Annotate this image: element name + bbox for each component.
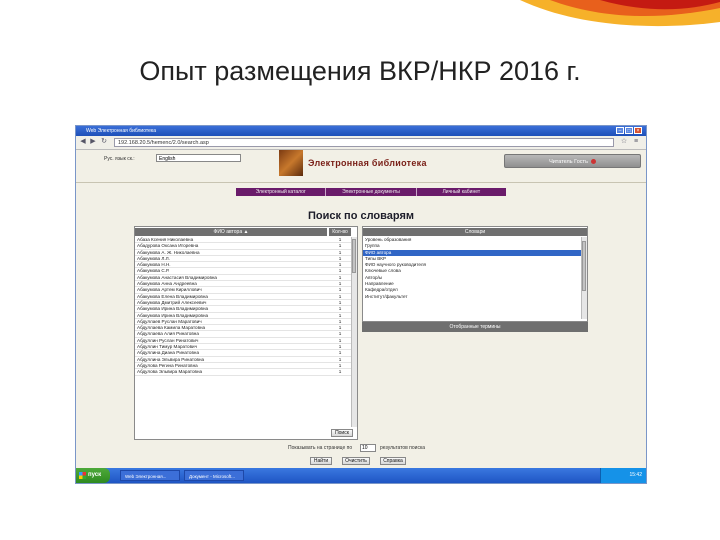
help-button[interactable]: Справка bbox=[380, 457, 406, 465]
results-label: результатов поиска bbox=[380, 445, 426, 451]
clock: 15:42 bbox=[629, 472, 642, 478]
divider bbox=[76, 182, 646, 183]
author-name: Абдулова Эльвира Маратовна bbox=[135, 369, 329, 376]
author-scroll-thumb[interactable] bbox=[352, 239, 356, 273]
selected-terms-button[interactable]: Отобранные термины bbox=[362, 322, 588, 332]
menu-item-documents[interactable]: Электронные документы bbox=[326, 188, 417, 196]
reader-label: Читатель Гость bbox=[549, 159, 588, 165]
author-scrollbar[interactable] bbox=[351, 237, 357, 427]
author-list: Абаза Ксения Николаевна 1 Абадурова Оксана… bbox=[135, 237, 351, 376]
address-field[interactable]: 192.168.20.5/hemenc/2.0/search.asp bbox=[114, 138, 614, 147]
taskbar: пуск Web Электронная... Документ - Micro… bbox=[76, 468, 646, 483]
language-select[interactable]: English bbox=[156, 154, 241, 162]
menu-icon[interactable]: ≡ bbox=[632, 138, 640, 146]
count-column-header[interactable]: Кол-во bbox=[329, 228, 351, 236]
reader-button[interactable]: Читатель Гость bbox=[504, 154, 641, 168]
window-title: Web Электронная библиотека bbox=[86, 128, 156, 134]
taskbar-item-browser[interactable]: Web Электронная... bbox=[120, 470, 180, 481]
start-button[interactable]: пуск bbox=[76, 468, 110, 483]
library-logo-icon bbox=[279, 150, 303, 176]
author-count: 1 bbox=[329, 369, 351, 376]
menu-item-cabinet[interactable]: Личный кабинет bbox=[417, 188, 506, 196]
author-search-button[interactable]: Поиск bbox=[331, 429, 353, 437]
window-titlebar: Web Электронная библиотека – □ × bbox=[76, 126, 646, 136]
dictionary-scroll-thumb[interactable] bbox=[582, 241, 586, 291]
system-tray: 15:42 bbox=[600, 468, 646, 483]
dictionaries-header: Словари bbox=[363, 228, 587, 236]
maximize-button[interactable]: □ bbox=[625, 127, 633, 134]
dictionaries-panel: Словари Уровень образования Группа ФИО авт… bbox=[362, 226, 588, 322]
find-button[interactable]: Найти bbox=[310, 457, 332, 465]
per-page-select[interactable]: 10 bbox=[360, 444, 376, 452]
authors-panel: ФИО автора ▲ Кол-во Абаза Ксения Николае… bbox=[134, 226, 358, 440]
per-page-label: Показывать на странице по bbox=[288, 445, 353, 451]
start-label: пуск bbox=[88, 472, 102, 478]
minimize-button[interactable]: – bbox=[616, 127, 624, 134]
windows-logo-icon bbox=[79, 472, 86, 479]
menu-item-catalog[interactable]: Электронный каталог bbox=[236, 188, 327, 196]
search-title: Поиск по словарям bbox=[307, 210, 415, 222]
dictionary-list: Уровень образования Группа ФИО автора Типы … bbox=[363, 237, 581, 300]
reload-icon[interactable]: ↻ bbox=[100, 138, 108, 146]
author-column-header[interactable]: ФИО автора ▲ bbox=[135, 228, 327, 236]
clear-button[interactable]: Очистить bbox=[342, 457, 370, 465]
library-title: Электронная библиотека bbox=[308, 158, 427, 168]
logout-icon bbox=[590, 159, 596, 165]
language-label: Рус. язык ск.: bbox=[104, 156, 135, 162]
main-menu: Электронный каталог Электронные документ… bbox=[236, 188, 506, 196]
slide-title: Опыт размещения ВКР/НКР 2016 г. bbox=[139, 56, 581, 86]
back-icon[interactable]: ◀ bbox=[79, 138, 87, 146]
close-button[interactable]: × bbox=[634, 127, 642, 134]
browser-screenshot: Web Электронная библиотека – □ × ◀ ▶ ↻ 1… bbox=[75, 125, 647, 484]
web-page: Рус. язык ск.: English Электронная библи… bbox=[76, 150, 646, 468]
taskbar-item-document[interactable]: Документ - Microsoft... bbox=[184, 470, 244, 481]
forward-icon[interactable]: ▶ bbox=[89, 138, 97, 146]
dictionary-item[interactable]: Институт/факультет bbox=[363, 294, 581, 300]
table-row[interactable]: Абдулова Эльвира Маратовна 1 bbox=[135, 369, 351, 376]
star-icon[interactable]: ☆ bbox=[620, 138, 628, 146]
dictionary-scrollbar[interactable] bbox=[581, 237, 587, 319]
address-bar-row: ◀ ▶ ↻ 192.168.20.5/hemenc/2.0/search.asp… bbox=[76, 136, 646, 150]
